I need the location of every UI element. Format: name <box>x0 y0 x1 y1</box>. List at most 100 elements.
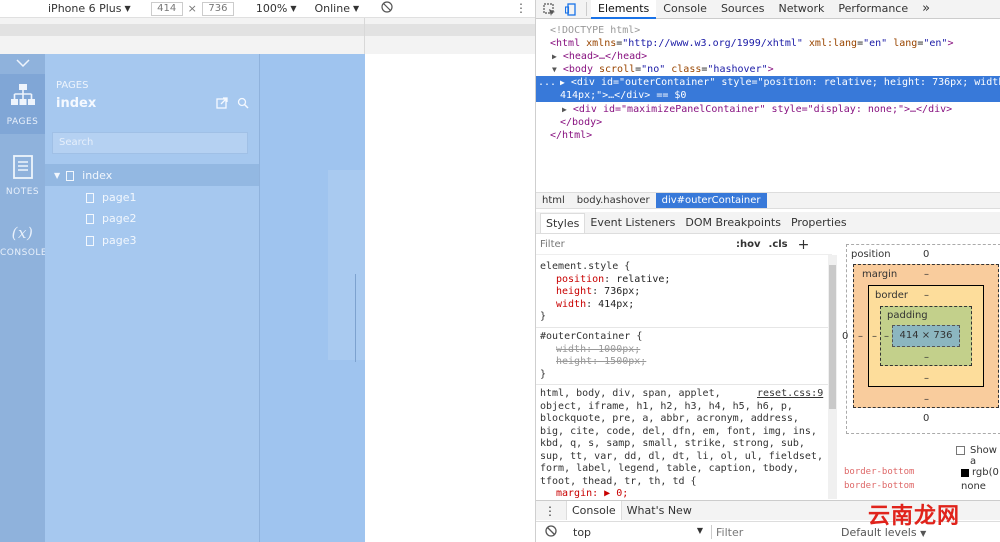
width-input[interactable] <box>150 1 183 16</box>
tab-elements[interactable]: Elements <box>591 0 657 19</box>
add-rule-button[interactable]: + <box>798 237 810 253</box>
ruler-band <box>0 24 535 36</box>
reset-prop[interactable]: margin: ▶ 0; <box>540 488 823 499</box>
tree-item-page3[interactable]: page3 <box>86 234 136 247</box>
rail-pages-tab[interactable]: PAGES <box>0 74 45 134</box>
styles-scrollbar[interactable] <box>828 255 837 499</box>
dom-line-html[interactable]: <html xmlns="http://www.w3.org/1999/xhtm… <box>536 37 1000 50</box>
position-top-value: 0 <box>923 249 930 260</box>
rule-divider <box>536 384 828 385</box>
clear-console-icon[interactable] <box>545 524 557 540</box>
computed-color[interactable]: rgb(0 <box>961 467 999 478</box>
tree-item-page2[interactable]: page2 <box>86 212 136 225</box>
style-prop[interactable]: height: 736px; <box>540 286 670 299</box>
margin-left-value: – <box>858 331 863 342</box>
content-divider <box>355 274 356 362</box>
console-divider <box>711 525 712 539</box>
sidebar-tabbar: Styles Event Listeners DOM Breakpoints P… <box>536 212 1000 234</box>
more-tabs-icon[interactable]: » <box>915 0 937 19</box>
expand-arrow-icon: ▶ <box>562 105 567 114</box>
console-filter-input[interactable]: Filter <box>716 526 841 539</box>
html-attr-name: xml:lang <box>802 38 858 49</box>
rotate-icon[interactable] <box>381 1 393 16</box>
inspect-element-icon[interactable] <box>542 2 556 16</box>
page-icon <box>86 192 94 203</box>
computed-prop[interactable]: border-bottom <box>844 467 914 477</box>
tree-item-label: page3 <box>102 234 137 247</box>
dom-line-body-close[interactable]: </body> <box>536 116 1000 129</box>
ruler-edge <box>364 18 365 54</box>
dom-line-outer-container[interactable]: ... ▶ <div id="outerContainer" style="po… <box>536 76 1000 102</box>
rail-pages-label: PAGES <box>6 117 39 127</box>
padding-label: padding <box>887 310 928 321</box>
pages-search-input[interactable]: Search <box>52 132 248 154</box>
reset-selector-4: kbd, q, s, samp, small, strike, strong, … <box>540 438 805 449</box>
row-ellipsis: ... <box>538 77 557 88</box>
hov-toggle[interactable]: :hov <box>736 239 761 250</box>
body-attr-name: scroll <box>592 64 636 75</box>
tab-sources[interactable]: Sources <box>714 0 772 19</box>
tab-styles[interactable]: Styles <box>540 212 586 233</box>
tree-item-label: page1 <box>102 191 137 204</box>
rule-close: } <box>540 311 547 322</box>
reset-source-link[interactable]: reset.css:9 <box>757 388 823 401</box>
drawer-tab-whats-new[interactable]: What's New <box>622 501 697 520</box>
style-prop[interactable]: position: relative; <box>540 274 670 287</box>
watermark: 云南龙网 <box>868 504 961 529</box>
overridden-prop[interactable]: height: 1500px; <box>540 356 646 369</box>
cls-toggle[interactable]: .cls <box>769 239 788 250</box>
tab-dom-breakpoints[interactable]: DOM Breakpoints <box>680 213 786 233</box>
context-select[interactable]: top ▼ <box>573 526 703 539</box>
tab-event-listeners[interactable]: Event Listeners <box>585 213 680 233</box>
tab-console[interactable]: Console <box>656 0 714 19</box>
reset-rule: html, body, div, span, applet, object, i… <box>540 388 823 499</box>
rail-notes-tab[interactable]: NOTES <box>0 154 45 204</box>
html-attr-name: xmlns <box>580 38 617 49</box>
collapse-icon[interactable] <box>0 54 45 72</box>
drawer-menu-icon[interactable]: ⋮ <box>544 504 556 518</box>
computed-prop[interactable]: border-bottom <box>844 481 914 491</box>
more-options-icon[interactable]: ⋮ <box>515 1 527 15</box>
tree-item-index[interactable]: ▼ index <box>54 169 112 182</box>
breadcrumb-html[interactable]: html <box>536 193 571 208</box>
html-attr-value: "http://www.w3.org/1999/xhtml" <box>622 38 803 49</box>
scrollbar-thumb[interactable] <box>829 265 836 409</box>
height-input[interactable] <box>201 1 234 16</box>
dom-line-doctype[interactable]: <!DOCTYPE html> <box>536 24 1000 37</box>
drawer-tab-console[interactable]: Console <box>566 501 622 520</box>
dom-line-head[interactable]: ▶ <head>…</head> <box>536 50 1000 63</box>
tab-properties[interactable]: Properties <box>786 213 852 233</box>
breadcrumb-body[interactable]: body.hashover <box>571 193 656 208</box>
device-select[interactable]: iPhone 6 Plus ▼ <box>48 2 131 15</box>
styles-filter-input[interactable]: Filter <box>540 239 730 250</box>
dom-tree: <!DOCTYPE html> <html xmlns="http://www.… <box>536 20 1000 190</box>
tab-performance[interactable]: Performance <box>831 0 915 19</box>
rail-console-tab[interactable]: (x) CONSOLE <box>0 224 47 274</box>
overridden-prop[interactable]: width: 1000px; <box>540 344 646 357</box>
zoom-value: 100% <box>255 2 288 15</box>
dom-line-maximize[interactable]: ▶ <div id="maximizePanelContainer" style… <box>536 103 1000 116</box>
dom-line-body[interactable]: ▼ <body scroll="no" class="hashover"> <box>536 63 1000 76</box>
tree-item-page1[interactable]: page1 <box>86 191 136 204</box>
maximize-tag: <div id="maximizePanelContainer" style="… <box>572 104 953 115</box>
network-select[interactable]: Online ▼ <box>315 2 360 15</box>
pages-panel: PAGES index Search ▼ index page1 page2 p… <box>45 54 260 542</box>
tab-network[interactable]: Network <box>771 0 831 19</box>
device-toolbar-icon[interactable] <box>564 2 578 16</box>
search-page-icon[interactable] <box>237 97 249 109</box>
notes-icon <box>12 155 33 179</box>
prop-name: height <box>556 286 593 297</box>
show-all-checkbox[interactable] <box>956 446 965 455</box>
chevron-down-icon: ▼ <box>124 4 131 13</box>
styles-filter-bar: Filter :hov .cls + <box>536 235 832 255</box>
position-left-value: 0 <box>842 331 849 342</box>
export-icon[interactable] <box>216 97 228 109</box>
zoom-select[interactable]: 100% ▼ <box>256 2 297 15</box>
breadcrumb-outer-container[interactable]: div#outerContainer <box>655 193 767 208</box>
style-prop[interactable]: width: 414px; <box>540 299 670 312</box>
margin-bottom-value: – <box>924 394 929 405</box>
element-style-selector: element.style { <box>540 261 631 272</box>
position-label: position <box>851 249 891 260</box>
outer-container-rule: #outerContainer { width: 1000px; height:… <box>540 331 646 381</box>
dom-line-html-close[interactable]: </html> <box>536 129 1000 142</box>
